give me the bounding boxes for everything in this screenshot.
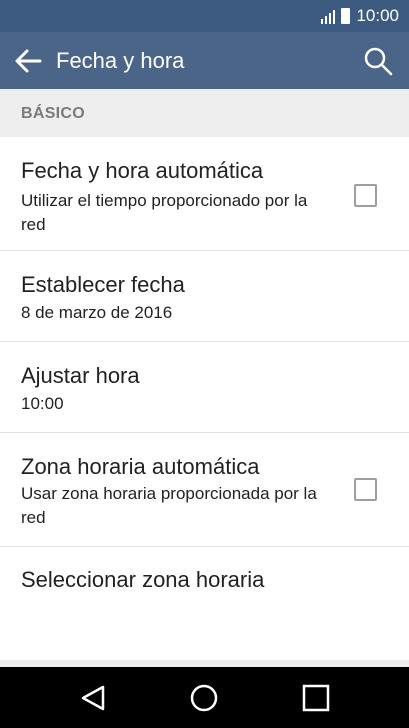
setting-subtitle: 8 de marzo de 2016 — [21, 303, 173, 322]
setting-subtitle: 10:00 — [21, 394, 64, 413]
signal-icon — [321, 8, 336, 24]
battery-icon — [341, 8, 351, 24]
search-icon[interactable] — [363, 46, 393, 76]
setting-subtitle: Utilizar el tiempo proporcionado por la … — [21, 191, 308, 234]
setting-title: Fecha y hora automática — [21, 158, 264, 183]
setting-set-date[interactable]: Establecer fecha 8 de marzo de 2016 — [0, 251, 409, 342]
setting-title: Seleccionar zona horaria — [21, 567, 265, 592]
status-time: 10:00 — [356, 6, 399, 25]
setting-subtitle: Usar zona horaria proporcionada por la r… — [21, 484, 317, 527]
setting-select-time-zone[interactable]: Seleccionar zona horaria — [0, 547, 409, 609]
automatic-time-zone-checkbox[interactable] — [354, 478, 377, 501]
page-title: Fecha y hora — [56, 48, 185, 73]
setting-title: Ajustar hora — [21, 363, 140, 388]
section-label: BÁSICO — [21, 105, 86, 122]
nav-recents-icon[interactable] — [299, 681, 333, 715]
back-arrow-icon[interactable] — [14, 48, 42, 74]
status-bar: 10:00 — [0, 0, 409, 32]
automatic-date-time-checkbox[interactable] — [354, 184, 377, 207]
app-bar: Fecha y hora — [0, 32, 409, 89]
nav-back-icon[interactable] — [76, 681, 110, 715]
section-header: BÁSICO — [0, 89, 409, 137]
divider — [0, 660, 409, 667]
navigation-bar — [0, 667, 409, 728]
nav-home-icon[interactable] — [187, 681, 221, 715]
setting-title: Zona horaria automática — [21, 454, 260, 479]
setting-automatic-date-time[interactable]: Fecha y hora automática Utilizar el tiem… — [0, 137, 409, 251]
setting-set-time[interactable]: Ajustar hora 10:00 — [0, 342, 409, 433]
setting-title: Establecer fecha — [21, 272, 185, 297]
setting-automatic-time-zone[interactable]: Zona horaria automática Usar zona horari… — [0, 433, 409, 547]
